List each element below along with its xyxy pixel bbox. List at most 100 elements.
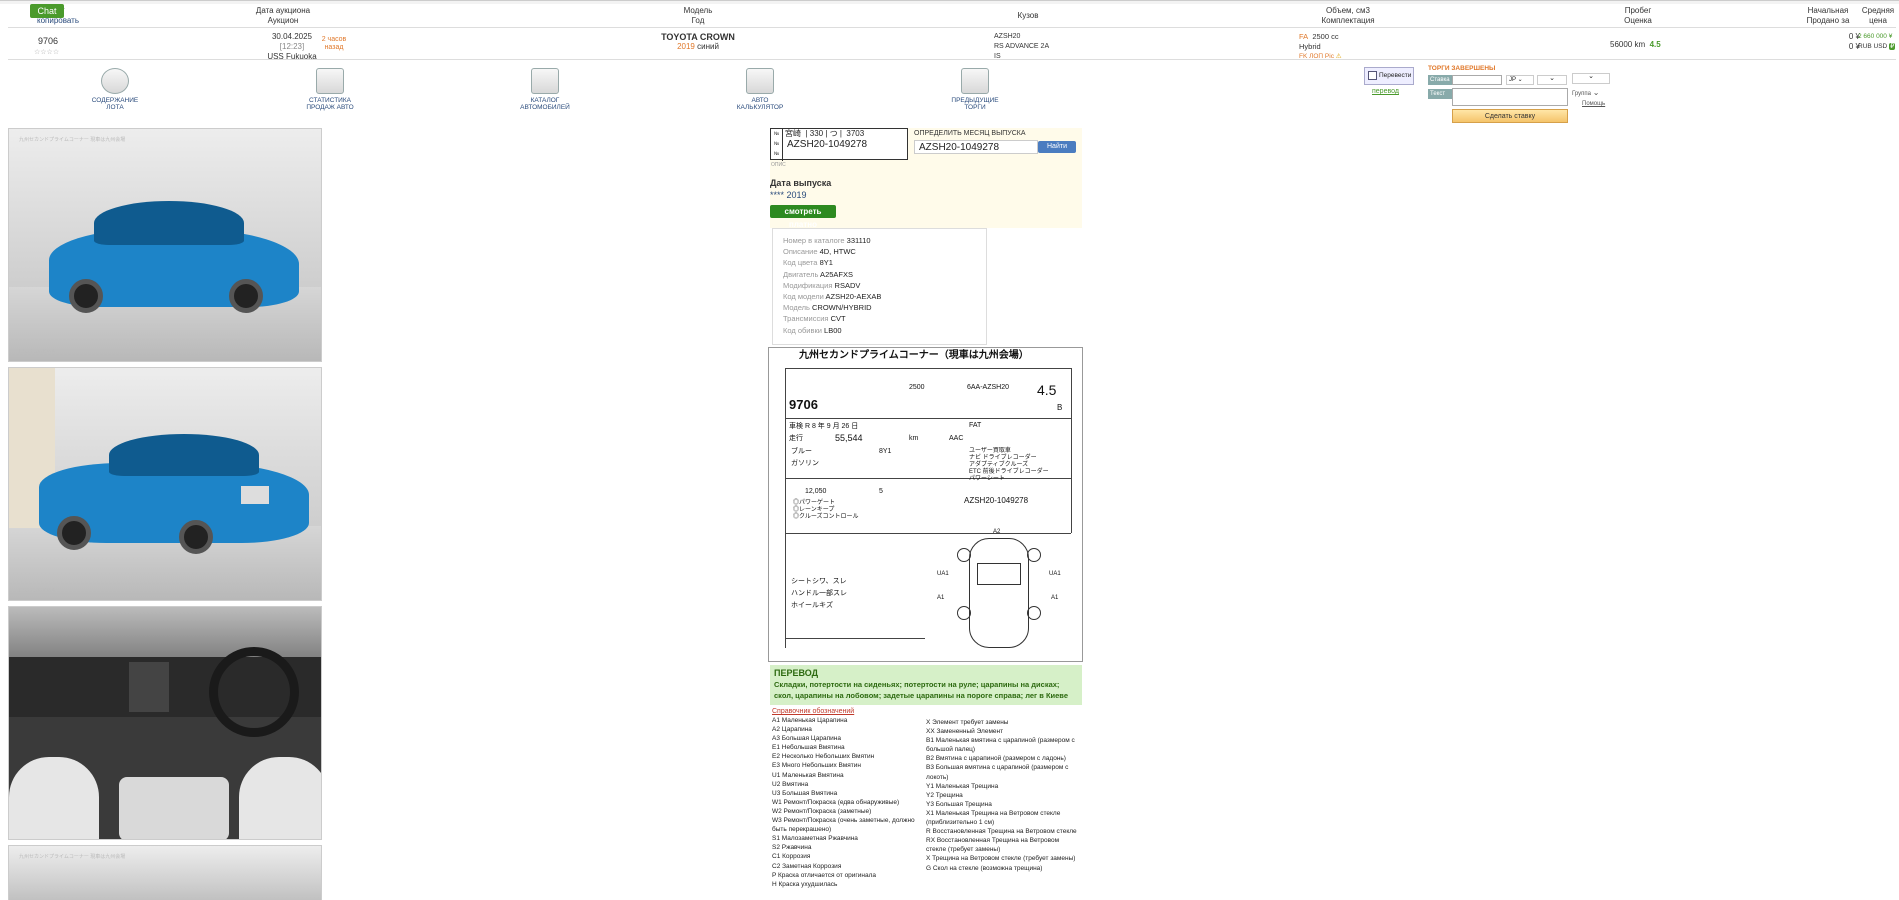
toolbar-calculator[interactable]: АВТО КАЛЬКУЛЯТОР (715, 68, 805, 111)
diagram-mark: A1 (1051, 595, 1059, 601)
sheet-mileage-label: 走行 (789, 435, 803, 442)
legend-item: S1 Малозаметная Ржавчина (772, 835, 858, 843)
bid-input[interactable] (1452, 75, 1502, 85)
legend-item: H Краска ухудшилась (772, 880, 838, 888)
group-label: Группа ⌄ (1572, 88, 1600, 97)
legend-item: Y1 Маленькая Трещина (926, 782, 999, 790)
make-bid-button[interactable]: Сделать ставку (1452, 109, 1568, 123)
car-diagram-wheel (957, 606, 971, 620)
currency-select[interactable]: JP ⌄ (1506, 75, 1534, 85)
view-paid-button[interactable]: смотреть платно (770, 205, 836, 229)
header-body: Кузов (1017, 11, 1039, 20)
toolbar-lot-content[interactable]: СОДЕРЖАНИЕ ЛОТА (70, 68, 160, 111)
diagram-mark: UA1 (937, 571, 949, 577)
plate-line: 宮崎 | 330 | つ | 3703 (785, 129, 865, 138)
spec-key: Трансмиссия (783, 314, 829, 324)
legend-item: P Краска отличается от оригинала (772, 871, 877, 879)
chassis-input[interactable]: AZSH20-1049278 (914, 140, 1038, 154)
legend-item: Y2 Трещина (926, 791, 963, 799)
car-diagram-wheel (957, 548, 971, 562)
sheet-note-1: シートシワ、スレ (791, 578, 847, 585)
sheet-note-3: ホイールキズ (791, 602, 833, 609)
legend-item: W2 Ремонт/Покраска (заметные) (772, 807, 872, 815)
legend-item: G Скол на стекле (возможна трещина) (926, 864, 1043, 872)
auction-status: ТОРГИ ЗАВЕРШЕНЫ (1428, 65, 1496, 72)
legend-right: X Элемент требует замены XX Замененный Эл… (926, 718, 1086, 873)
center-console (129, 662, 169, 712)
sheet-score: 4.5 (1037, 382, 1057, 398)
toolbar-statistics[interactable]: СТАТИСТИКА ПРОДАЖ АВТО (285, 68, 375, 111)
car-roof (109, 434, 259, 476)
sheet-chassis: AZSH20-1049278 (964, 496, 1029, 505)
plate-chassis: AZSH20-1049278 (787, 139, 868, 150)
rub-icon[interactable]: ₽ (1889, 43, 1896, 50)
diagram-mark: A1 (937, 595, 945, 601)
legend-item: Y3 Большая Трещина (926, 800, 992, 808)
header-avg: Средняя цена (1861, 6, 1895, 25)
find-button[interactable]: Найти (1038, 141, 1076, 153)
sheet-shift: FAT (969, 422, 982, 429)
specs-box: Номер в каталоге 331110 Описание 4D, HTWC… (772, 228, 987, 345)
header-start: Начальная Продано за (1806, 6, 1850, 25)
bid-option-select[interactable]: ⌄ (1537, 75, 1567, 85)
steering-wheel-icon (101, 68, 129, 94)
spec-key: Описание (783, 247, 818, 257)
help-link[interactable]: Помощь (1582, 101, 1605, 107)
sheet-recycle: 12,050 (805, 488, 827, 495)
currency-toggle[interactable]: RUB USD (1858, 43, 1887, 50)
legend-item: S2 Ржавчина (772, 844, 812, 852)
car-diagram-wheel (1027, 548, 1041, 562)
text-label: Текст (1428, 89, 1452, 99)
sheet-line (785, 368, 1071, 369)
translation-text: Складки, потертости на сиденьях; потерто… (774, 680, 1068, 700)
photo-watermark: USS FUKUOKA (19, 588, 55, 594)
body-cell: AZSH20 RS ADVANCE 2A IS (994, 33, 1050, 60)
spec-row: Код обивки LB00 (783, 325, 976, 336)
car-photo-4[interactable]: 九州セカンドプライムコーナー 現車は九州会場 (8, 845, 322, 900)
comment-textarea[interactable] (1452, 88, 1568, 106)
spec-value: CVT (828, 314, 846, 324)
sheet-km: km (909, 435, 919, 442)
spec-key: Код модели (783, 292, 824, 302)
legend-item: большой палец) (926, 746, 976, 754)
legend-item: B3 Большая вмятина с царапиной (размером… (926, 764, 1069, 772)
translate-link[interactable]: перевод (1372, 88, 1399, 95)
passenger-seat (9, 757, 99, 839)
spec-row: Код цвета 8Y1 (783, 257, 976, 268)
legend-item: E3 Много Небольших Вмятин (772, 762, 861, 770)
rating-stars[interactable]: ☆☆☆☆ (34, 48, 59, 58)
legend-item: A1 Маленькая Царапина (772, 717, 848, 724)
legend-item: R Восстановленная Трещина на Ветровом ст… (926, 828, 1077, 836)
car-photo-interior[interactable] (8, 606, 322, 840)
toolbar-catalog[interactable]: КАТАЛОГ АВТОМОБИЛЕЙ (500, 68, 590, 111)
sheet-cc: 2500 (909, 384, 925, 391)
legend-item: стекле (требует замены) (926, 846, 1001, 854)
car-photo-rear[interactable]: USS FUKUOKA (8, 367, 322, 601)
car-wheel (69, 279, 103, 313)
header-volume: Объем, см3 Комплектация (1321, 6, 1375, 25)
auction-sheet[interactable]: 九州セカンドプライムコーナー（現車は九州会場） 9706 2500 6AA-AZ… (768, 347, 1083, 662)
legend-title[interactable]: Справочник обозначений (772, 708, 854, 715)
legend-item: X1 Маленькая Трещина на Ветровом стекле (926, 809, 1061, 817)
legend-item: A2 Царапина (772, 726, 812, 734)
translation-box: ПЕРЕВОД Складки, потертости на сиденьях;… (770, 665, 1082, 705)
month-title: ОПРЕДЕЛИТЬ МЕСЯЦ ВЫПУСКА (914, 130, 1026, 137)
car-roof (94, 201, 244, 245)
legend-left: A1 Маленькая Царапина A2 Царапина A3 Больш… (772, 716, 922, 889)
legend-item: E2 Несколько Небольших Вмятин (772, 753, 875, 761)
pencil-icon (1368, 71, 1377, 80)
sheet-color: ブルー (791, 448, 812, 455)
car-diagram-wheel (1027, 606, 1041, 620)
toolbar-previous-auctions[interactable]: ПРЕДЫДУЩИЕ ТОРГИ (930, 68, 1020, 111)
translate-button[interactable]: Перевести (1364, 67, 1414, 85)
header-model: Модель Год (683, 6, 713, 25)
photo-watermark: USS FUKUOKA (19, 349, 55, 355)
lot-row[interactable]: 9706 ☆☆☆☆ 30.04.2025 [12:23] USS Fukuoka… (8, 30, 1896, 61)
group-select[interactable]: ⌄ (1572, 73, 1610, 84)
car-photo-front[interactable]: 九州セカンドプライムコーナー 現車は九州会場 USS FUKUOKA (8, 128, 322, 362)
car-wheel (57, 516, 91, 550)
legend-item: (приблизительно 1 см) (926, 819, 995, 827)
spec-row: Модель CROWN/HYBRID (783, 302, 976, 313)
price-cell: 0 ¥ 0 ¥ (1848, 32, 1860, 51)
chat-button[interactable]: Chat (30, 4, 64, 18)
